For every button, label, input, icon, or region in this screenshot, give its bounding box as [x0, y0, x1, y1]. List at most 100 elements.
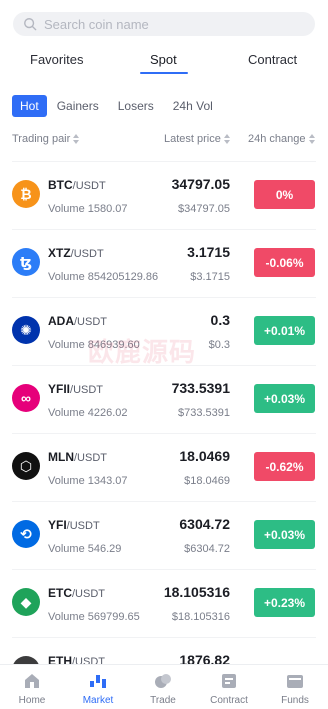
- wallet-icon: [287, 675, 303, 688]
- quote-symbol: /USDT: [66, 520, 100, 532]
- fiat-price: $3.1715: [190, 271, 230, 283]
- active-tab-indicator: [140, 72, 188, 74]
- latest-price: 0.3: [210, 312, 230, 328]
- volume: Volume 569799.65: [48, 611, 140, 623]
- market-row[interactable]: ⬡ MLN/USDT Volume 1343.07 18.0469 $18.0469 -0…: [0, 433, 328, 501]
- filter-tabs: Hot Gainers Losers 24h Vol: [12, 95, 213, 117]
- row-divider: [12, 433, 316, 434]
- nav-funds-label: Funds: [281, 695, 309, 706]
- sort-icon: [73, 134, 80, 144]
- nav-trade-label: Trade: [150, 695, 176, 706]
- fiat-price: $0.3: [208, 339, 230, 351]
- market-row[interactable]: ꜩ XTZ/USDT Volume 854205129.86 3.1715 $3.171…: [0, 229, 328, 297]
- change-badge: +0.23%: [254, 588, 315, 617]
- market-row[interactable]: ∞ YFII/USDT Volume 4226.02 733.5391 $733.539…: [0, 365, 328, 433]
- quote-symbol: /USDT: [72, 180, 106, 192]
- yearn-icon: ⟲: [12, 520, 40, 548]
- nav-trade[interactable]: Trade: [133, 671, 193, 706]
- quote-symbol: /USDT: [70, 384, 104, 396]
- filter-24h-vol[interactable]: 24h Vol: [173, 99, 213, 113]
- melon-icon: ⬡: [12, 452, 40, 480]
- change-badge: -0.06%: [254, 248, 315, 277]
- change-badge: +0.01%: [254, 316, 315, 345]
- latest-price: 34797.05: [171, 176, 230, 192]
- column-header-change[interactable]: 24h change: [248, 133, 315, 145]
- market-row[interactable]: ₿ BTC/USDT Volume 1580.07 34797.05 $34797.05…: [0, 161, 328, 229]
- column-header-pair-label: Trading pair: [12, 133, 71, 145]
- latest-price: 18.105316: [163, 584, 230, 600]
- change-badge: +0.03%: [254, 384, 315, 413]
- latest-price: 733.5391: [171, 380, 230, 396]
- volume: Volume 854205129.86: [48, 271, 159, 283]
- volume: Volume 546.29: [48, 543, 122, 555]
- base-symbol: ADA: [48, 314, 74, 328]
- base-symbol: ETC: [48, 586, 72, 600]
- home-icon: [25, 674, 39, 688]
- quote-symbol: /USDT: [74, 452, 107, 464]
- market-row[interactable]: ◆ ETC/USDT Volume 569799.65 18.105316 $18.10…: [0, 569, 328, 637]
- volume: Volume 4226.02: [48, 407, 128, 419]
- volume: Volume 1580.07: [48, 203, 128, 215]
- change-badge: +0.03%: [254, 520, 315, 549]
- nav-contract[interactable]: Contract: [199, 671, 259, 706]
- trading-pair: MLN/USDT: [48, 450, 107, 464]
- quote-symbol: /USDT: [72, 588, 105, 600]
- base-symbol: BTC: [48, 178, 73, 192]
- filter-gainers[interactable]: Gainers: [57, 99, 99, 113]
- trading-pair: XTZ/USDT: [48, 246, 104, 260]
- nav-home[interactable]: Home: [2, 671, 62, 706]
- filter-hot[interactable]: Hot: [12, 95, 47, 117]
- nav-market-label: Market: [82, 695, 114, 706]
- market-row[interactable]: ⟲ YFI/USDT Volume 546.29 6304.72 $6304.72 +0.…: [0, 501, 328, 569]
- sort-icon: [308, 134, 315, 144]
- row-divider: [12, 501, 316, 502]
- quote-symbol: /USDT: [70, 248, 104, 260]
- sort-icon: [223, 134, 230, 144]
- ethereum-classic-icon: ◆: [12, 588, 40, 616]
- market-icon: [90, 675, 106, 688]
- nav-home-label: Home: [18, 695, 46, 706]
- tab-favorites[interactable]: Favorites: [30, 52, 83, 67]
- column-header-price[interactable]: Latest price: [164, 133, 230, 145]
- row-divider: [12, 229, 316, 230]
- fiat-price: $18.0469: [184, 475, 230, 487]
- cardano-icon: ✺: [12, 316, 40, 344]
- trading-pair: BTC/USDT: [48, 178, 106, 192]
- filter-losers[interactable]: Losers: [118, 99, 154, 113]
- base-symbol: YFI: [48, 518, 67, 532]
- search-bar[interactable]: [13, 12, 315, 36]
- nav-market[interactable]: Market: [68, 671, 128, 706]
- row-divider: [12, 637, 316, 638]
- nav-funds[interactable]: Funds: [265, 671, 325, 706]
- yfii-icon: ∞: [12, 384, 40, 412]
- fiat-price: $18.105316: [171, 611, 230, 623]
- contract-icon: [222, 674, 236, 688]
- fiat-price: $34797.05: [178, 203, 230, 215]
- base-symbol: XTZ: [48, 246, 71, 260]
- base-symbol: MLN: [48, 450, 74, 464]
- search-input[interactable]: [44, 16, 284, 32]
- volume: Volume 1343.07: [48, 475, 128, 487]
- trading-pair: ETC/USDT: [48, 586, 105, 600]
- change-badge: 0%: [254, 180, 315, 209]
- latest-price: 3.1715: [187, 244, 230, 260]
- tezos-icon: ꜩ: [12, 248, 40, 276]
- trading-pair: YFII/USDT: [48, 382, 103, 396]
- search-icon: [24, 18, 37, 31]
- trade-icon: [155, 674, 171, 688]
- tab-spot[interactable]: Spot: [150, 52, 177, 67]
- column-header-change-label: 24h change: [248, 133, 306, 145]
- latest-price: 18.0469: [179, 448, 230, 464]
- bitcoin-icon: ₿: [12, 180, 40, 208]
- trading-pair: ADA/USDT: [48, 314, 107, 328]
- fiat-price: $733.5391: [178, 407, 230, 419]
- watermark: 欧鹿源码: [88, 337, 197, 367]
- trading-pair: YFI/USDT: [48, 518, 100, 532]
- base-symbol: YFII: [48, 382, 71, 396]
- row-divider: [12, 297, 316, 298]
- nav-contract-label: Contract: [210, 695, 248, 706]
- row-divider: [12, 569, 316, 570]
- tab-contract[interactable]: Contract: [248, 52, 297, 67]
- fiat-price: $6304.72: [184, 543, 230, 555]
- column-header-pair[interactable]: Trading pair: [12, 133, 80, 145]
